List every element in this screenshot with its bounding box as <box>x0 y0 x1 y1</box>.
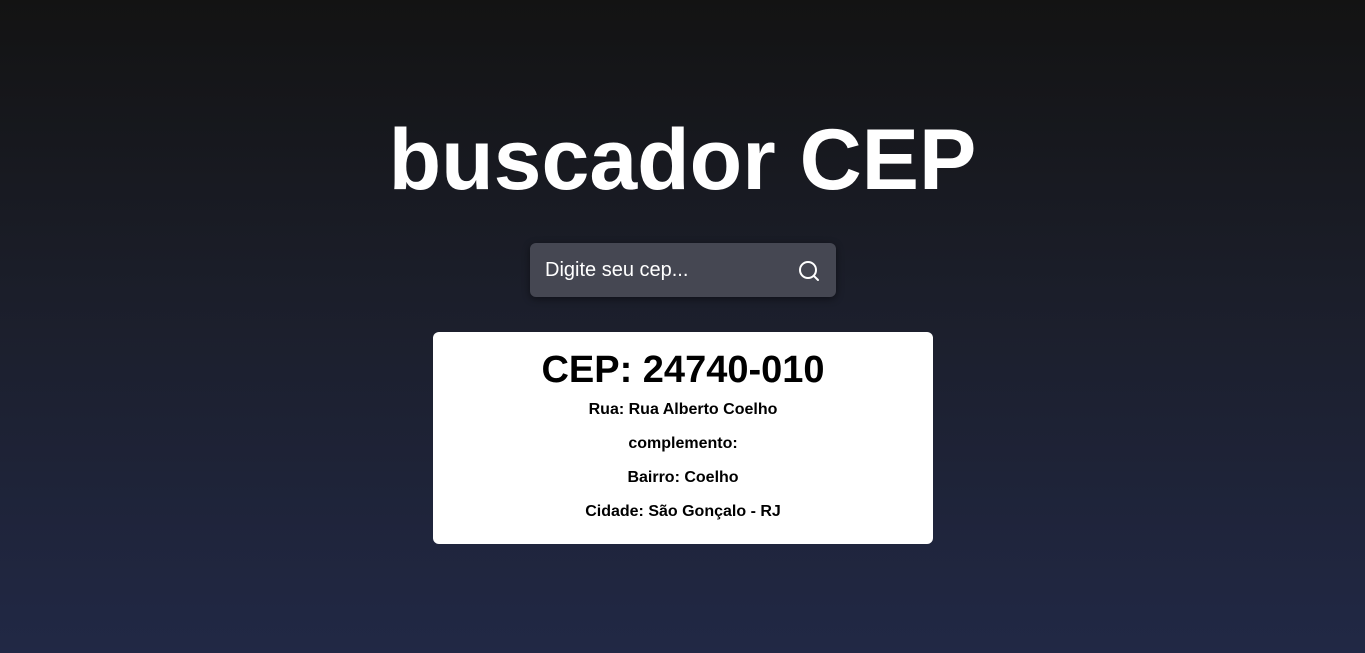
page-title: buscador CEP <box>388 112 977 208</box>
search-button[interactable] <box>796 258 822 284</box>
cep-heading: CEP: 24740-010 <box>541 349 825 391</box>
cep-search-input[interactable] <box>530 243 775 297</box>
neighborhood-line: Bairro: Coelho <box>627 469 739 486</box>
street-line: Rua: Rua Alberto Coelho <box>588 401 778 418</box>
app-container: buscador CEP CEP: 24740-010 Rua: Rua Alb… <box>0 0 1365 653</box>
result-card: CEP: 24740-010 Rua: Rua Alberto Coelho c… <box>433 332 933 544</box>
city-line: Cidade: São Gonçalo - RJ <box>585 503 781 520</box>
search-icon <box>797 259 821 283</box>
complement-line: complemento: <box>628 435 738 452</box>
search-bar <box>530 243 836 297</box>
